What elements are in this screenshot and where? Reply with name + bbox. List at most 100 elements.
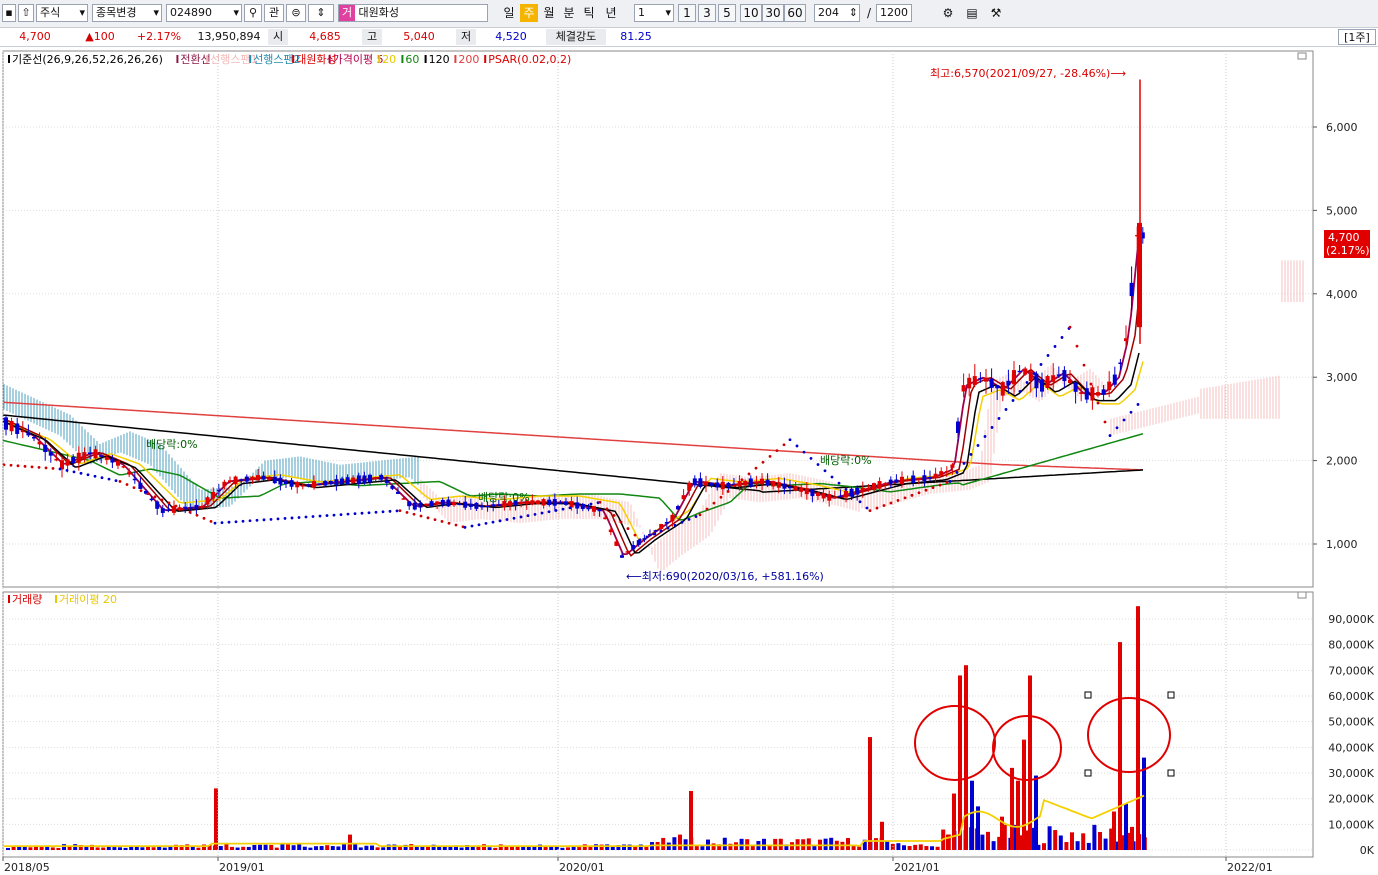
psar-dot [188, 510, 192, 514]
total-bars-input[interactable]: 1200 [876, 4, 912, 22]
candle-body [233, 476, 238, 485]
candle-body [1034, 373, 1039, 389]
volume-bar [224, 844, 229, 850]
up-arrow-icon[interactable]: ⇧ [18, 4, 34, 22]
psar-dot [598, 500, 602, 504]
candle-body [877, 481, 882, 489]
candle-body [289, 480, 294, 487]
x-tick-label: 2018/05 [4, 861, 50, 874]
gear-icon[interactable]: ⚙ [938, 4, 958, 22]
candle-body [821, 493, 826, 499]
volume-bar [661, 837, 666, 850]
legend-item: 60 [405, 53, 419, 66]
stock-name-field[interactable]: 거 대원화성 [338, 4, 488, 22]
psar-dot [440, 520, 444, 523]
psar-dot [1115, 426, 1119, 430]
tools-icon[interactable]: ⚒ [986, 4, 1006, 22]
psar-dot [962, 462, 966, 465]
candle-body [272, 476, 277, 484]
psar-dot [837, 481, 841, 485]
psar-dot [433, 518, 437, 522]
candle-body [715, 482, 720, 488]
period-button-5[interactable]: 년 [602, 4, 620, 22]
nav-up-icon[interactable]: ⊜ [286, 4, 306, 22]
volume-bar [196, 847, 201, 850]
volume-bar [348, 834, 352, 850]
candle-body [32, 436, 36, 439]
psar-dot [353, 512, 357, 516]
volume-bar [381, 847, 386, 850]
interval-button-10[interactable]: 10 [740, 4, 762, 22]
candle-body [687, 482, 692, 491]
volume-bar [263, 844, 268, 850]
volume-y-tick-label: 90,000K [1328, 613, 1374, 626]
legend-marker [424, 55, 427, 63]
candle-body [765, 479, 770, 486]
psar-dot [568, 506, 572, 510]
volume-bar [420, 846, 425, 850]
volume-bar [6, 847, 10, 850]
interval-button-1[interactable]: 1 [678, 4, 696, 22]
x-tick-label: 2021/01 [894, 861, 940, 874]
search-mode-select[interactable]: 종목변경 ▾ [92, 4, 162, 22]
legend-marker [401, 55, 404, 63]
psar-dot [1039, 363, 1043, 366]
psar-dot [220, 521, 224, 525]
candle-body [418, 503, 423, 508]
interval-button-5[interactable]: 5 [718, 4, 736, 22]
volume-bar [140, 847, 145, 850]
candle-body [860, 487, 865, 492]
candle-body [737, 481, 742, 487]
volume-bar [1010, 767, 1014, 850]
interval-button-30[interactable]: 30 [762, 4, 784, 22]
save-icon[interactable]: ▤ [962, 4, 982, 22]
pin-icon[interactable]: ▪ [2, 4, 16, 22]
selection-handle [1167, 769, 1175, 777]
period-button-0[interactable]: 일 [500, 4, 518, 22]
psar-dot [1025, 381, 1029, 384]
market-type-select[interactable]: 주식 ▾ [36, 4, 88, 22]
volume-bar [218, 846, 223, 850]
volume-bar [851, 846, 856, 850]
search-icon[interactable]: ⚲ [244, 4, 262, 22]
chevron-down-icon: ▾ [233, 6, 239, 19]
psar-dot [491, 520, 495, 524]
interval-button-60[interactable]: 60 [784, 4, 806, 22]
slash-separator: / [866, 6, 872, 20]
candle-body [373, 477, 378, 479]
volume-bar [874, 838, 878, 850]
interval-button-3[interactable]: 3 [698, 4, 716, 22]
bar-count-input[interactable]: 204 ⇕ [814, 4, 860, 22]
candle-body [155, 501, 160, 509]
period-button-3[interactable]: 분 [560, 4, 578, 22]
interval-select[interactable]: 1 ▾ [634, 4, 674, 22]
stock-code-input[interactable]: 024890 ▾ [166, 4, 242, 22]
psar-dot [754, 466, 758, 470]
volume-bar [123, 847, 128, 850]
period-button-2[interactable]: 월 [540, 4, 558, 22]
volume-bar [314, 846, 318, 850]
legend-item: 대원화성 [296, 53, 336, 66]
x-tick-label: 2019/01 [219, 861, 265, 874]
candle-body [541, 499, 546, 506]
volume-bar [689, 790, 693, 850]
volume-bar [678, 834, 682, 850]
period-button-1[interactable]: 주 [520, 4, 538, 22]
spin-arrows-icon[interactable]: ⇕ [308, 4, 334, 22]
psar-dot [673, 523, 677, 527]
candle-body [1000, 382, 1005, 396]
candle-body [726, 482, 731, 487]
legend-marker [206, 55, 209, 63]
psar-dot [903, 496, 907, 500]
candle-body [457, 503, 462, 506]
stock-badge: 거 [339, 5, 355, 21]
volume-bar [319, 846, 324, 850]
psar-dot [227, 520, 231, 524]
volume-bar [1047, 826, 1052, 850]
candle-body [676, 506, 680, 510]
period-button-4[interactable]: 틱 [580, 4, 598, 22]
volume-bar [868, 737, 872, 850]
unit-label[interactable]: [1주] [1338, 29, 1376, 45]
candle-body [832, 496, 837, 499]
watch-button[interactable]: 관 [264, 4, 284, 22]
